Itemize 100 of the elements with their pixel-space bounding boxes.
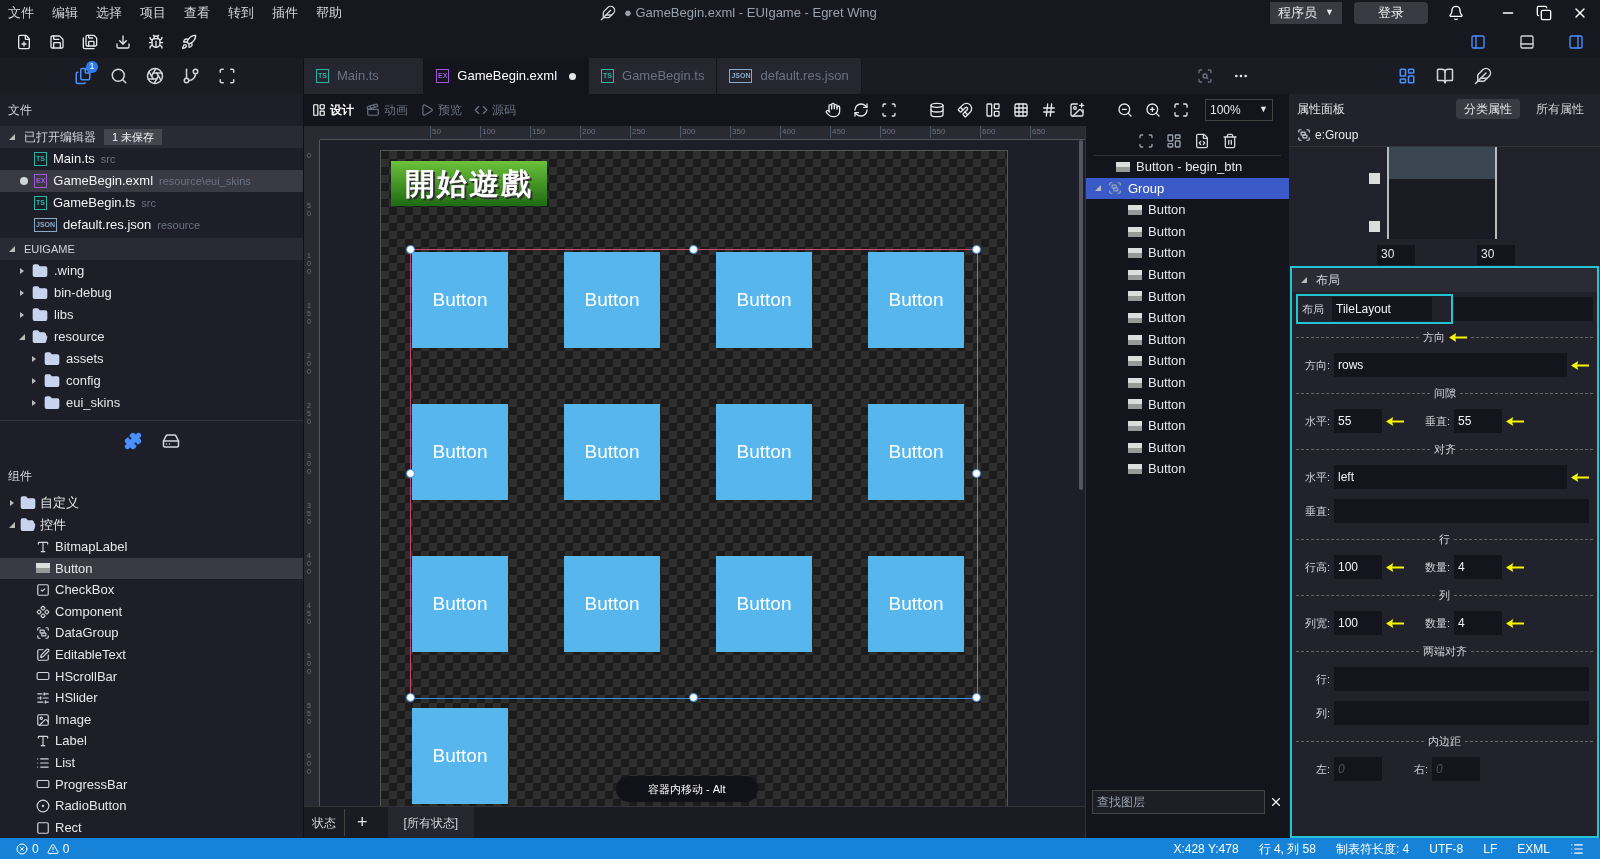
status-item[interactable]: UTF-8 — [1429, 839, 1464, 858]
collapsed-triangle-icon[interactable] — [30, 377, 38, 385]
layer-item[interactable]: Button — [1086, 458, 1289, 480]
restore-icon[interactable] — [1536, 5, 1552, 21]
code-file-icon[interactable] — [1193, 132, 1210, 149]
section-header[interactable]: EUIGAME — [0, 238, 303, 260]
status-item[interactable]: X:428 Y:478 — [1173, 839, 1239, 858]
input-field[interactable]: 0 — [1432, 757, 1480, 781]
zoom-select[interactable]: 100% ▼ — [1205, 99, 1273, 121]
resize-handle[interactable] — [972, 469, 981, 478]
property-tab[interactable]: 所有属性 — [1528, 99, 1592, 119]
layer-item[interactable]: Button — [1086, 350, 1289, 372]
bug-icon[interactable] — [148, 34, 164, 50]
save-icon[interactable] — [49, 34, 65, 50]
add-state-button[interactable]: + — [344, 809, 380, 836]
list-icon[interactable] — [1570, 841, 1584, 856]
resize-handle[interactable] — [689, 693, 698, 702]
layer-item[interactable]: Button — [1086, 263, 1289, 286]
tree-item[interactable]: resource — [0, 326, 303, 348]
git-icon[interactable] — [182, 67, 200, 85]
frame-icon[interactable] — [218, 67, 236, 85]
mode-tab[interactable]: 动画 — [366, 101, 408, 119]
start-game-image-button[interactable]: 開始遊戲 — [391, 161, 547, 206]
status-item[interactable]: LF — [1483, 839, 1498, 858]
resize-handle[interactable] — [406, 245, 415, 254]
resize-handle[interactable] — [406, 469, 415, 478]
bell-icon[interactable] — [1448, 5, 1464, 21]
component-item[interactable]: EditableText — [0, 643, 303, 666]
panel-left-icon[interactable] — [1470, 34, 1486, 50]
component-item[interactable]: Component — [0, 600, 303, 623]
status-item[interactable]: EXML — [1517, 839, 1550, 858]
component-item[interactable]: Label — [0, 730, 303, 752]
menu-item[interactable]: 编辑 — [52, 3, 78, 23]
menu-item[interactable]: 查看 — [184, 3, 210, 23]
delete-icon[interactable] — [1221, 132, 1238, 149]
layer-item[interactable]: Button - begin_btn — [1086, 156, 1289, 178]
error-icon[interactable] — [16, 842, 28, 855]
input-field[interactable]: 4 — [1454, 611, 1502, 635]
component-item[interactable]: ProgressBar — [0, 773, 303, 796]
component-item[interactable]: BitmapLabel — [0, 536, 303, 558]
search-icon[interactable] — [110, 67, 128, 85]
collapsed-triangle-icon[interactable] — [8, 499, 16, 507]
resize-handle[interactable] — [689, 245, 698, 254]
input-field[interactable]: 55 — [1334, 409, 1382, 433]
mode-tab[interactable]: 源码 — [474, 101, 516, 119]
layer-item[interactable]: Button — [1086, 242, 1289, 264]
collapsed-triangle-icon[interactable] — [30, 399, 38, 407]
grid-icon[interactable] — [1013, 102, 1029, 118]
value-field[interactable]: 30 — [1377, 245, 1415, 265]
rocket-icon[interactable] — [181, 34, 197, 50]
layer-item[interactable]: Button — [1086, 220, 1289, 243]
login-button[interactable]: 登录 — [1354, 2, 1428, 24]
layer-item[interactable]: Button — [1086, 328, 1289, 351]
panel-right-icon[interactable] — [1568, 34, 1584, 50]
feather-icon[interactable] — [1473, 67, 1492, 85]
collapsed-triangle-icon[interactable] — [18, 267, 26, 275]
component-item[interactable]: Button — [0, 557, 303, 580]
status-item[interactable]: 行 4, 列 58 — [1258, 839, 1316, 858]
layer-item[interactable]: Button — [1086, 199, 1289, 221]
input-field[interactable] — [1453, 297, 1593, 321]
section-header[interactable]: 布局 — [1292, 268, 1597, 292]
layer-item[interactable]: Button — [1086, 371, 1289, 394]
collapsed-triangle-icon[interactable] — [18, 289, 26, 297]
role-select[interactable]: 程序员 ▼ — [1270, 2, 1342, 24]
expanded-triangle-icon[interactable] — [18, 333, 26, 341]
checkbox[interactable] — [1369, 173, 1380, 184]
new-file-icon[interactable] — [16, 34, 32, 50]
save-all-icon[interactable] — [82, 34, 98, 50]
tree-item[interactable]: 控件 — [0, 514, 303, 536]
menu-item[interactable]: 插件 — [272, 3, 298, 23]
layer-item[interactable]: Group — [1086, 177, 1289, 200]
property-tab[interactable]: 分类属性 — [1456, 99, 1520, 119]
checkbox[interactable] — [1369, 221, 1380, 232]
component-item[interactable]: List — [0, 751, 303, 774]
layout-select[interactable]: 布局 TileLayout — [1296, 294, 1453, 324]
component-item[interactable]: HSlider — [0, 687, 303, 709]
state-tab[interactable]: [所有状态] — [387, 807, 475, 838]
layer-item[interactable]: Button — [1086, 393, 1289, 416]
component-item[interactable]: DataGroup — [0, 622, 303, 644]
explorer-icon[interactable] — [74, 67, 92, 85]
resize-handle[interactable] — [406, 693, 415, 702]
section-header[interactable]: 已打开编辑器 1 未保存 — [0, 126, 303, 148]
input-field[interactable]: 55 — [1454, 409, 1502, 433]
menu-item[interactable]: 选择 — [96, 3, 122, 23]
input-field[interactable]: left — [1334, 465, 1567, 489]
download-icon[interactable] — [115, 34, 131, 50]
input-field[interactable]: 4 — [1454, 555, 1502, 579]
layer-item[interactable]: Button — [1086, 415, 1289, 437]
layer-item[interactable]: Button — [1086, 436, 1289, 459]
hand-icon[interactable] — [825, 102, 841, 118]
expanded-triangle-icon[interactable] — [8, 133, 16, 141]
clear-icon[interactable] — [1269, 795, 1283, 809]
book-icon[interactable] — [1435, 67, 1454, 85]
magnet-icon[interactable] — [957, 102, 973, 118]
menu-item[interactable]: 项目 — [140, 3, 166, 23]
resize-handle[interactable] — [972, 245, 981, 254]
drive-icon[interactable] — [161, 431, 180, 450]
mode-tab[interactable]: 设计 — [312, 101, 354, 119]
tree-item[interactable]: assets — [0, 348, 303, 370]
input-field[interactable]: 100 — [1334, 555, 1382, 579]
